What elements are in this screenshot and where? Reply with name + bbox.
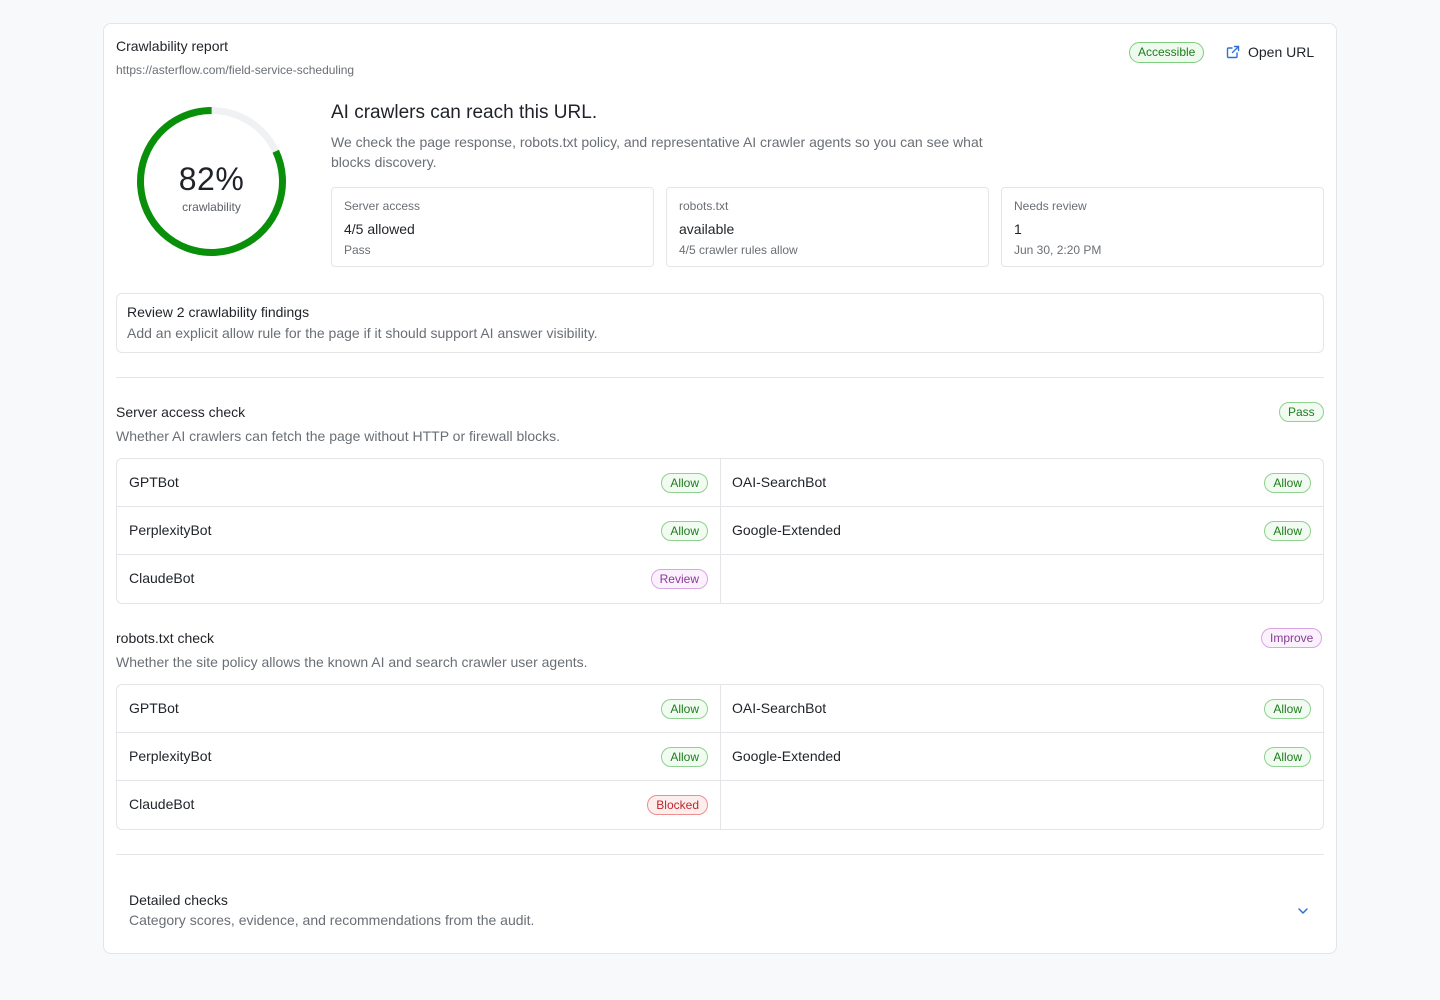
server-check-title: Server access check (116, 404, 246, 420)
divider (116, 854, 1324, 855)
bot-name: Google-Extended (732, 522, 841, 538)
detailed-checks-title: Detailed checks (129, 892, 228, 908)
findings-title: Review 2 crawlability findings (127, 304, 310, 320)
bot-status-badge: Allow (661, 699, 708, 719)
summary-description: We check the page response, robots.txt p… (331, 134, 983, 170)
crawlability-gauge: 82% crawlability (134, 104, 289, 259)
chevron-down-icon[interactable] (1296, 904, 1310, 918)
open-url-label: Open URL (1248, 44, 1315, 60)
robots-check-title: robots.txt check (116, 630, 215, 646)
stat-value: 4/5 allowed (344, 221, 415, 237)
stat-card-needs-review: Needs review 1 Jun 30, 2:20 PM (1001, 187, 1324, 267)
bot-status-badge: Allow (661, 521, 708, 541)
stat-label: Server access (344, 199, 421, 213)
bot-row-google-extended: Google-Extended Allow (720, 733, 1323, 781)
bot-status-badge: Allow (1264, 747, 1311, 767)
stat-card-server-access: Server access 4/5 allowed Pass (331, 187, 654, 267)
bot-row-oai-searchbot: OAI-SearchBot Allow (720, 459, 1323, 507)
bot-row-perplexitybot: PerplexityBot Allow (117, 507, 720, 555)
bot-row-perplexitybot: PerplexityBot Allow (117, 733, 720, 781)
bot-name: PerplexityBot (129, 522, 212, 538)
bot-row-claudebot: ClaudeBot Review (117, 555, 720, 603)
bot-row-gptbot: GPTBot Allow (117, 685, 720, 733)
open-url-button[interactable]: Open URL (1226, 44, 1314, 60)
findings-text: Add an explicit allow rule for the page … (127, 325, 598, 341)
stat-sub: 4/5 crawler rules allow (679, 243, 798, 257)
bot-row-google-extended: Google-Extended Allow (720, 507, 1323, 555)
bot-status-badge: Allow (661, 747, 708, 767)
bot-name: OAI-SearchBot (732, 700, 827, 716)
bot-row-gptbot: GPTBot Allow (117, 459, 720, 507)
gauge-label: crawlability (182, 200, 241, 214)
bot-name: ClaudeBot (129, 570, 195, 586)
stat-sub: Pass (344, 243, 371, 257)
bot-status-badge: Review (650, 569, 708, 589)
divider (116, 377, 1324, 378)
bot-status-badge: Allow (1264, 473, 1311, 493)
bot-name: PerplexityBot (129, 748, 212, 764)
bot-name: OAI-SearchBot (732, 474, 827, 490)
bot-status-badge: Allow (1264, 699, 1311, 719)
findings-callout: Review 2 crawlability findings Add an ex… (116, 293, 1324, 353)
bot-name: ClaudeBot (129, 796, 195, 812)
server-check-description: Whether AI crawlers can fetch the page w… (116, 428, 561, 444)
accessible-badge: Accessible (1129, 42, 1205, 63)
gauge-value: 82% (178, 161, 245, 197)
bot-status-badge: Allow (661, 473, 708, 493)
bot-status-badge: Allow (1264, 521, 1311, 541)
detailed-checks-description: Category scores, evidence, and recommend… (129, 912, 535, 928)
robots-check-description: Whether the site policy allows the known… (116, 654, 588, 670)
stat-card-robots: robots.txt available 4/5 crawler rules a… (666, 187, 989, 267)
stat-label: Needs review (1014, 199, 1087, 213)
crawlability-report-card: Crawlability report https://asterflow.co… (103, 23, 1337, 954)
stat-value: 1 (1014, 221, 1022, 237)
robots-check-status-badge: Improve (1261, 628, 1323, 648)
bot-name: GPTBot (129, 474, 179, 490)
summary-headline: AI crawlers can reach this URL. (331, 102, 598, 123)
server-check-status-badge: Pass (1279, 402, 1324, 422)
bot-name: GPTBot (129, 700, 179, 716)
stat-sub: Jun 30, 2:20 PM (1014, 243, 1102, 257)
stat-label: robots.txt (679, 199, 729, 213)
report-title: Crawlability report (116, 38, 229, 54)
bot-status-badge: Blocked (647, 795, 708, 815)
robots-check-grid: GPTBot Allow OAI-SearchBot Allow Perplex… (116, 684, 1324, 830)
report-url: https://asterflow.com/field-service-sche… (116, 63, 355, 77)
server-check-grid: GPTBot Allow OAI-SearchBot Allow Perplex… (116, 458, 1324, 604)
stat-value: available (679, 221, 735, 237)
bot-name: Google-Extended (732, 748, 841, 764)
bot-row-claudebot: ClaudeBot Blocked (117, 781, 720, 829)
external-link-icon (1226, 45, 1240, 59)
bot-row-oai-searchbot: OAI-SearchBot Allow (720, 685, 1323, 733)
